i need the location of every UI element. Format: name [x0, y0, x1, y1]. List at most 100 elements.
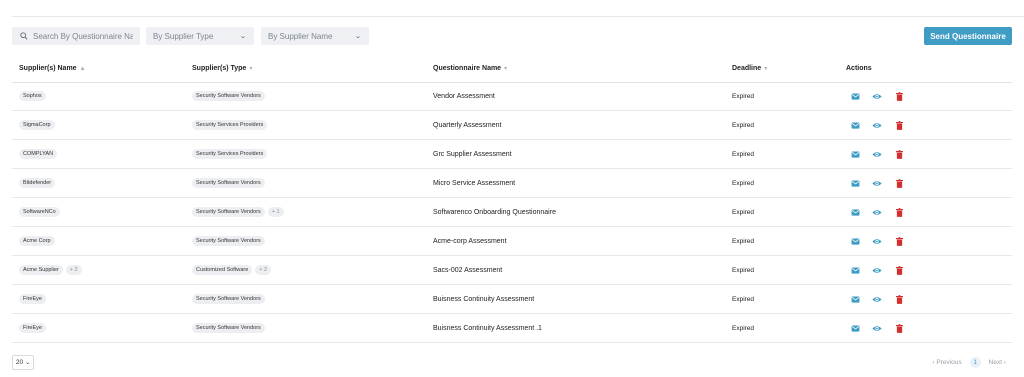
sort-up-icon: ▲	[79, 66, 86, 72]
row-actions	[849, 256, 915, 284]
eye-icon[interactable]	[871, 90, 883, 102]
supplier-cell: Acme Corp	[19, 227, 55, 255]
column-header-actions: Actions	[846, 65, 872, 72]
type-tag: Security Software Vendors	[192, 294, 265, 304]
supplier-tag: Sophos	[19, 91, 46, 101]
supplier-cell: COMPLYAN	[19, 140, 58, 168]
trash-icon[interactable]	[893, 90, 905, 102]
table-row: FireEye Security Software Vendors Buisness…	[12, 314, 1012, 343]
column-header-deadline-label: Deadline	[732, 65, 762, 72]
type-cell: Security Software Vendors	[192, 227, 265, 255]
table-header: Supplier(s) Name ▲ Supplier(s) Type ▾ Ques…	[12, 59, 1012, 83]
eye-icon[interactable]	[871, 235, 883, 247]
mail-icon[interactable]	[849, 293, 861, 305]
supplier-tag: SigmaCorp	[19, 120, 55, 130]
chevron-down-icon: ⌄	[239, 33, 247, 40]
trash-icon[interactable]	[893, 119, 905, 131]
mail-icon[interactable]	[849, 148, 861, 160]
type-tag: Security Software Vendors	[192, 207, 265, 217]
deadline-status: Expired	[732, 295, 755, 303]
supplier-cell: SigmaCorp	[19, 111, 55, 139]
mail-icon[interactable]	[849, 235, 861, 247]
supplier-cell: FireEye	[19, 285, 46, 313]
table-row: Bitdefender Security Software Vendors Micr…	[12, 169, 1012, 198]
eye-icon[interactable]	[871, 206, 883, 218]
supplier-cell: Acme Supplier + 2	[19, 256, 82, 284]
trash-icon[interactable]	[893, 293, 905, 305]
questionnaire-name: Vendor Assessment	[433, 92, 495, 100]
type-tag: Security Services Providers	[192, 120, 268, 130]
mail-icon[interactable]	[849, 119, 861, 131]
chevron-down-icon: ⌄	[25, 360, 31, 366]
table-row: Sophos Security Software Vendors Vendor As…	[12, 82, 1012, 111]
previous-page-button[interactable]: ‹ Previous	[932, 359, 961, 366]
table-row: FireEye Security Software Vendors Buisness…	[12, 285, 1012, 314]
supplier-tag: SoftwareNCo	[19, 207, 60, 217]
type-cell: Security Services Providers	[192, 140, 268, 168]
questionnaire-name: Micro Service Assessment	[433, 179, 516, 187]
column-header-questionnaire[interactable]: Questionnaire Name ▾	[433, 65, 507, 72]
type-cell: Security Software Vendors	[192, 169, 265, 197]
row-actions	[849, 314, 915, 342]
eye-icon[interactable]	[871, 119, 883, 131]
page-number-button[interactable]: 1	[969, 357, 981, 368]
supplier-type-select-label: By Supplier Type	[153, 31, 214, 41]
mail-icon[interactable]	[849, 90, 861, 102]
supplier-type-select[interactable]: By Supplier Type ⌄	[146, 27, 254, 45]
trash-icon[interactable]	[893, 177, 905, 189]
column-header-supplier[interactable]: Supplier(s) Name ▲	[19, 65, 86, 72]
eye-icon[interactable]	[871, 177, 883, 189]
top-divider	[12, 16, 1024, 17]
column-header-actions-label: Actions	[846, 65, 872, 72]
column-header-type[interactable]: Supplier(s) Type ▾	[192, 65, 252, 72]
supplier-tag: Bitdefender	[19, 178, 56, 188]
column-header-supplier-label: Supplier(s) Name	[19, 65, 77, 72]
eye-icon[interactable]	[871, 148, 883, 160]
mail-icon[interactable]	[849, 322, 861, 334]
page-size-value: 20	[15, 359, 24, 366]
eye-icon[interactable]	[871, 293, 883, 305]
column-header-deadline[interactable]: Deadline ▾	[732, 65, 767, 72]
sort-icon: ▾	[249, 66, 253, 72]
type-cell: Security Software Vendors	[192, 285, 265, 313]
previous-label: Previous	[936, 359, 962, 366]
type-cell: Security Software Vendors + 1	[192, 198, 284, 226]
supplier-name-select[interactable]: By Supplier Name ⌄	[261, 27, 369, 45]
trash-icon[interactable]	[893, 264, 905, 276]
row-actions	[849, 140, 915, 168]
mail-icon[interactable]	[849, 264, 861, 276]
deadline-status: Expired	[732, 179, 755, 187]
supplier-cell: Bitdefender	[19, 169, 56, 197]
mail-icon[interactable]	[849, 177, 861, 189]
eye-icon[interactable]	[871, 264, 883, 276]
type-cell: Customized Software + 2	[192, 256, 272, 284]
type-tag: Security Software Vendors	[192, 178, 265, 188]
supplier-cell: SoftwareNCo	[19, 198, 60, 226]
next-page-button[interactable]: Next ›	[989, 359, 1006, 366]
supplier-more-tag[interactable]: + 2	[65, 265, 82, 275]
row-actions	[849, 169, 915, 197]
search-input[interactable]	[33, 31, 133, 41]
mail-icon[interactable]	[849, 206, 861, 218]
questionnaire-name: Softwarenco Onboarding Questionnaire	[433, 208, 556, 216]
type-tag: Security Software Vendors	[192, 323, 265, 333]
toolbar: By Supplier Type ⌄ By Supplier Name ⌄ Se…	[12, 27, 1012, 45]
supplier-cell: Sophos	[19, 82, 46, 110]
trash-icon[interactable]	[893, 322, 905, 334]
type-more-tag[interactable]: + 1	[267, 207, 284, 217]
deadline-status: Expired	[732, 208, 755, 216]
trash-icon[interactable]	[893, 206, 905, 218]
sort-icon: ▾	[504, 66, 508, 72]
send-questionnaire-button[interactable]: Send Questionnaire	[924, 27, 1012, 45]
type-tag: Security Software Vendors	[192, 236, 265, 246]
page-size-select[interactable]: 20 ⌄	[12, 355, 34, 370]
supplier-tag: Acme Supplier	[19, 265, 63, 275]
eye-icon[interactable]	[871, 322, 883, 334]
row-actions	[849, 198, 915, 226]
trash-icon[interactable]	[893, 235, 905, 247]
type-more-tag[interactable]: + 2	[255, 265, 272, 275]
row-actions	[849, 111, 915, 139]
search-box[interactable]	[12, 27, 140, 45]
trash-icon[interactable]	[893, 148, 905, 160]
column-header-questionnaire-label: Questionnaire Name	[433, 65, 502, 72]
